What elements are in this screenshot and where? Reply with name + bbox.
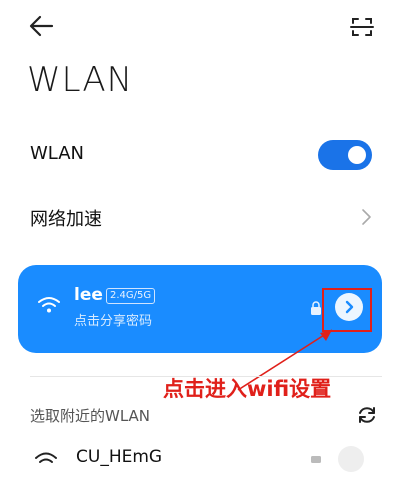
- refresh-icon[interactable]: [356, 404, 378, 426]
- annotation-text: 点击进入wifi设置: [163, 377, 332, 401]
- nearby-network-name: CU_HEmG: [76, 447, 163, 467]
- lock-icon: [311, 456, 321, 463]
- nearby-network-details-button[interactable]: [338, 446, 364, 472]
- nearby-networks-header: 选取附近的WLAN: [30, 407, 151, 425]
- wifi-signal-icon: [35, 452, 57, 463]
